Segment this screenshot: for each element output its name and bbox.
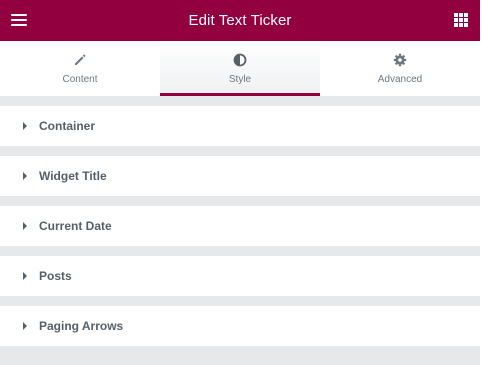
panel-title: Edit Text Ticker [188,12,292,29]
tab-style-label: Style [228,74,252,85]
section-posts[interactable]: Posts [0,256,480,296]
section-label: Widget Title [39,169,107,183]
panel-header: Edit Text Ticker [0,0,480,41]
section-label: Posts [39,269,72,283]
caret-right-icon [23,122,27,130]
half-circle-icon [233,53,247,67]
tab-advanced[interactable]: Advanced [320,41,480,96]
panel-tabs: Content Style Advanced [0,41,480,96]
section-label: Container [39,119,96,133]
section-container[interactable]: Container [0,106,480,146]
gear-icon [393,53,407,67]
section-label: Current Date [39,219,112,233]
tab-content-label: Content [62,74,98,85]
section-paging-arrows[interactable]: Paging Arrows [0,306,480,346]
tab-advanced-label: Advanced [377,74,423,85]
pencil-icon [75,54,86,65]
section-current-date[interactable]: Current Date [0,206,480,246]
section-label: Paging Arrows [39,319,124,333]
widgets-button[interactable] [454,13,468,27]
section-widget-title[interactable]: Widget Title [0,156,480,196]
tab-content[interactable]: Content [0,41,160,96]
tab-style[interactable]: Style [160,41,320,96]
caret-right-icon [23,222,27,230]
editor-panel: Edit Text Ticker Content Style Advanced … [0,0,480,365]
caret-right-icon [23,272,27,280]
caret-right-icon [23,172,27,180]
caret-right-icon [23,322,27,330]
